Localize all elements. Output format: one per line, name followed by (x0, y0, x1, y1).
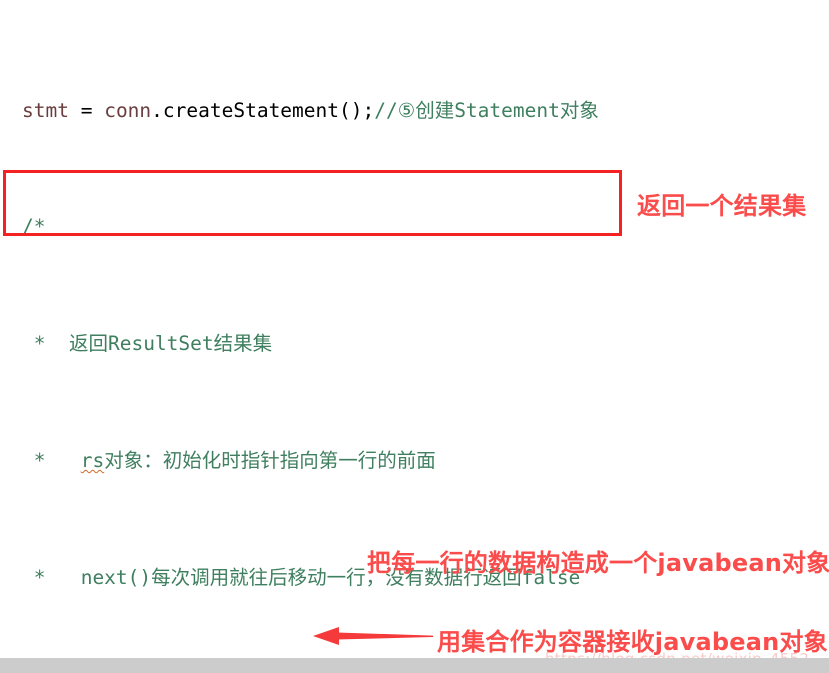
screenshot-root: java.sql.Statement;// stmt = conn.create… (0, 0, 829, 673)
bottom-bar (0, 658, 829, 673)
token-stmt: stmt (22, 98, 69, 122)
token-conn: conn (104, 98, 152, 122)
clipped-top-line: java.sql.Statement;// (0, 0, 829, 8)
red-left-arrow-icon (313, 627, 433, 645)
code-line-3: * 返回ResultSet结果集 (22, 332, 273, 356)
code-line-4: * rs对象：初始化时指针指向第一行的前面 (22, 449, 436, 472)
annotation-javabean: 把每一行的数据构造成一个javabean对象 (367, 549, 829, 577)
annotation-result-set: 返回一个结果集 (637, 192, 807, 220)
code-line-1: stmt = conn.createStatement();//⑤创建State… (22, 98, 599, 122)
inline-comment: //⑤创建Statement对象 (374, 98, 599, 122)
